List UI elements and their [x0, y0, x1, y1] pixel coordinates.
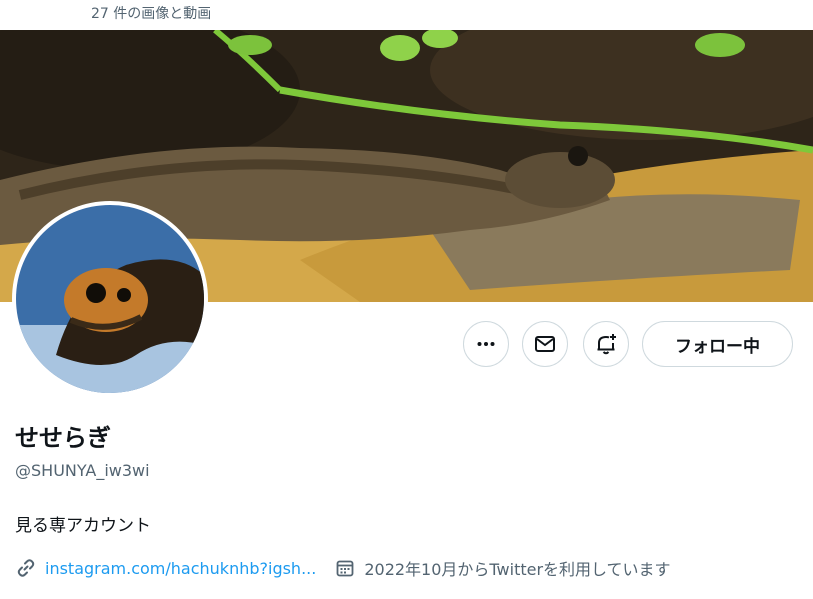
more-icon: [477, 342, 495, 346]
display-name: せせらぎ: [15, 424, 111, 452]
more-button[interactable]: [463, 321, 509, 367]
media-count: 27 件の画像と動画: [91, 6, 212, 22]
avatar-image: [16, 205, 204, 393]
link-icon: [15, 557, 37, 579]
calendar-icon: [334, 557, 356, 579]
joined-info: 2022年10月からTwitterを利用しています: [334, 556, 671, 580]
following-button[interactable]: フォロー中: [642, 321, 793, 367]
bio-text: 見る専アカウント: [15, 516, 151, 536]
header-bar: 27 件の画像と動画: [0, 0, 813, 30]
profile-meta: instagram.com/hachuknhb?igsh... 2022年10月…: [15, 555, 671, 581]
joined-date: 2022年10月からTwitterを利用しています: [364, 560, 671, 579]
profile-link[interactable]: instagram.com/hachuknhb?igsh...: [45, 559, 316, 578]
avatar[interactable]: [16, 205, 204, 393]
bell-plus-icon: [597, 334, 616, 355]
user-handle: @SHUNYA_iw3wi: [15, 461, 150, 480]
message-button[interactable]: [522, 321, 568, 367]
notification-button[interactable]: [583, 321, 629, 367]
envelope-icon: [535, 336, 555, 352]
